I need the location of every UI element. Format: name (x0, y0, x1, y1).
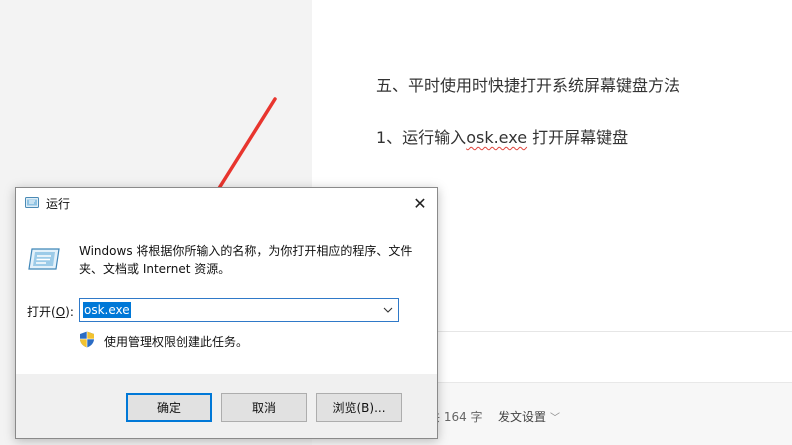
open-combobox[interactable]: osk.exe (79, 298, 399, 322)
cancel-button[interactable]: 取消 (221, 393, 307, 422)
uac-shield-icon (80, 331, 94, 348)
publish-settings-button[interactable]: 发文设置 ﹀ (498, 408, 560, 425)
close-icon: ✕ (413, 193, 427, 213)
dialog-titlebar[interactable]: 运行 ✕ (16, 188, 437, 218)
open-label: 打开(O): (27, 303, 74, 320)
dialog-description: Windows 将根据你所输入的名称，为你打开相应的程序、文件夹、文档或 Int… (79, 244, 413, 276)
chevron-down-icon: ﹀ (550, 413, 561, 424)
browse-button[interactable]: 浏览(B)... (316, 393, 402, 422)
dropdown-button[interactable] (382, 303, 394, 317)
publish-settings-label: 发文设置 (498, 410, 547, 424)
ok-button[interactable]: 确定 (126, 393, 212, 422)
dialog-title: 运行 (46, 197, 71, 211)
run-dialog: 运行 ✕ Windows 将根据你所输入的名称，为你打开相应的程序、文件夹、文档… (15, 187, 438, 439)
run-icon (28, 248, 60, 270)
step-suffix-text: 打开屏幕键盘 (527, 128, 629, 147)
admin-privilege-note: 使用管理权限创建此任务。 (104, 335, 249, 349)
open-input-value[interactable]: osk.exe (83, 302, 131, 318)
run-icon (25, 197, 39, 208)
open-label-prefix: 打开( (27, 305, 56, 319)
open-label-access-key: O (55, 305, 66, 319)
chevron-down-icon (383, 307, 393, 313)
open-label-suffix: ): (65, 305, 74, 319)
step-command-text: osk.exe (466, 128, 528, 147)
document-step-line: 1、运行输入osk.exe 打开屏幕键盘 (376, 124, 628, 148)
step-prefix-text: 1、运行输入 (376, 128, 467, 147)
close-button[interactable]: ✕ (403, 188, 437, 218)
document-heading: 五、平时使用时快捷打开系统屏幕键盘方法 (376, 76, 681, 95)
